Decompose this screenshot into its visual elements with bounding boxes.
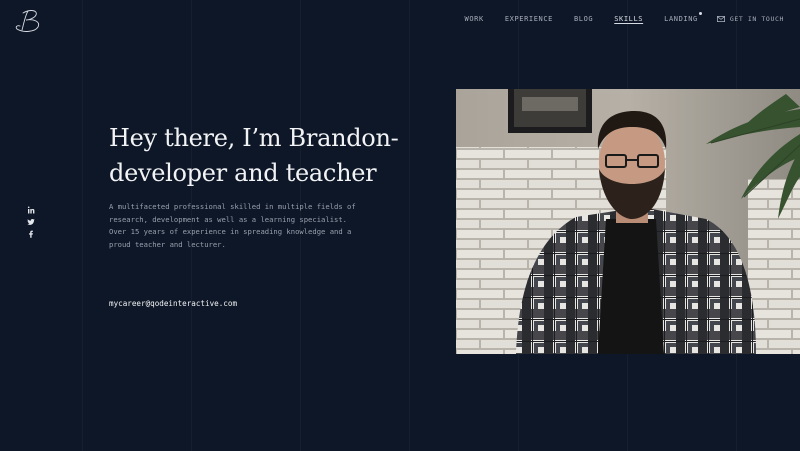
portrait-illustration [456,89,800,354]
social-links [25,206,37,238]
get-in-touch-label: GET IN TOUCH [729,15,784,23]
get-in-touch-link[interactable]: GET IN TOUCH [716,15,784,23]
hero-headline-line: Hey there, I’m Brandon- [109,124,399,152]
email-link[interactable]: mycareer@qodeinteractive.com [109,299,237,308]
nav-item-blog[interactable]: BLOG [574,15,593,23]
new-badge-dot [698,12,702,15]
nav-item-experience[interactable]: EXPERIENCE [505,15,553,23]
grid-line [409,0,410,451]
bio-line: Over 15 years of experience in spreading… [109,227,352,236]
script-b-monogram-icon[interactable] [14,8,46,34]
facebook-icon[interactable] [27,230,35,238]
grid-line [82,0,83,451]
bio-line: proud teacher and lecturer. [109,239,226,249]
bio-line: A multifaceted professional skilled in m… [109,202,356,211]
nav-item-skills[interactable]: SKILLS [614,15,643,23]
hero-bio: A multifaceted professional skilled in m… [109,201,379,251]
hero-headline-line: developer and teacher [109,159,377,187]
nav-item-work[interactable]: WORK [465,15,484,23]
main-nav: WORK EXPERIENCE BLOG SKILLS LANDING GET … [444,12,784,23]
nav-item-landing-label: LANDING [664,15,698,23]
envelope-icon [716,16,725,22]
bio-line: research, development as well as a learn… [109,214,347,224]
nav-item-landing[interactable]: LANDING [664,12,702,23]
page: WORK EXPERIENCE BLOG SKILLS LANDING GET … [0,0,800,451]
linkedin-icon[interactable] [27,206,35,214]
twitter-icon[interactable] [27,218,35,226]
hero-headline: Hey there, I’m Brandon- developer and te… [109,121,429,191]
portrait-photo [456,89,800,354]
